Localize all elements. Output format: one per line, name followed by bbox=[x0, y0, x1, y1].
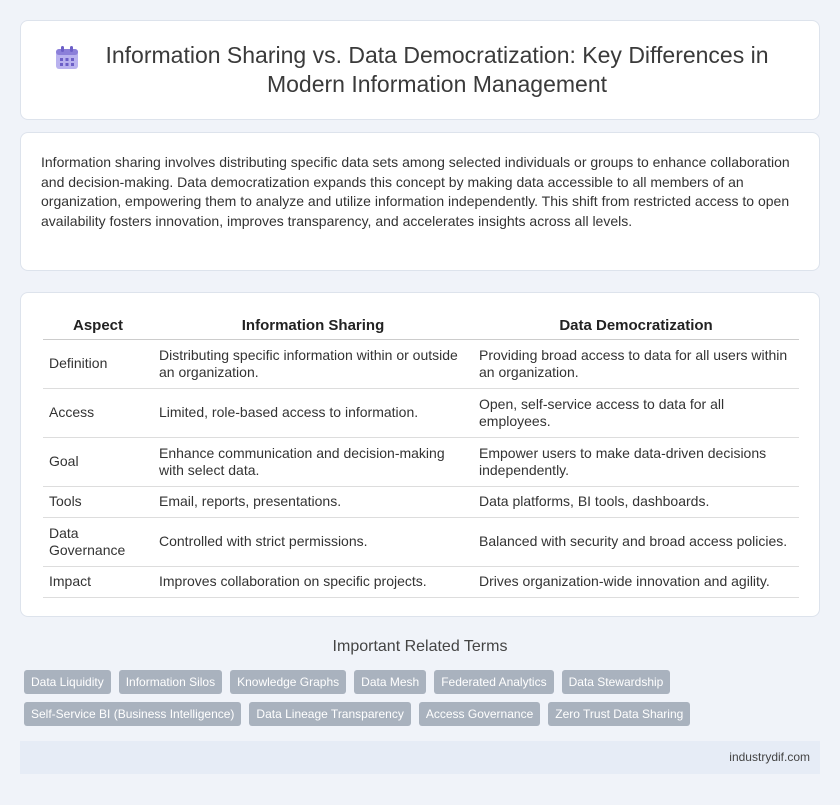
related-terms-title: Important Related Terms bbox=[332, 638, 508, 655]
table-row: Definition Distributing specific informa… bbox=[43, 339, 799, 389]
row-aspect: Data Governance bbox=[43, 517, 153, 567]
row-aspect: Goal bbox=[43, 437, 153, 487]
tag-row: Self-Service BI (Business Intelligence) … bbox=[24, 702, 824, 726]
row-information-sharing: Distributing specific information within… bbox=[153, 339, 473, 389]
row-information-sharing: Email, reports, presentations. bbox=[153, 486, 473, 518]
comparison-table: Aspect Information Sharing Data Democrat… bbox=[43, 313, 799, 598]
calendar-grid-icon bbox=[56, 46, 78, 69]
table-row: Goal Enhance communication and decision-… bbox=[43, 437, 799, 487]
intro-paragraph: Information sharing involves distributin… bbox=[41, 154, 790, 229]
tag-self-service-bi[interactable]: Self-Service BI (Business Intelligence) bbox=[24, 702, 242, 726]
tag-zero-trust-data-sharing[interactable]: Zero Trust Data Sharing bbox=[548, 702, 691, 726]
row-information-sharing: Improves collaboration on specific proje… bbox=[153, 566, 473, 598]
tag-row: Data Liquidity Information Silos Knowled… bbox=[24, 670, 824, 694]
table-row: Tools Email, reports, presentations. Dat… bbox=[43, 486, 799, 518]
footer-site-link[interactable]: industrydif.com bbox=[729, 750, 810, 764]
tag-data-liquidity[interactable]: Data Liquidity bbox=[24, 670, 111, 694]
row-aspect: Impact bbox=[43, 566, 153, 598]
row-information-sharing: Limited, role-based access to informatio… bbox=[153, 388, 473, 438]
table-header-row: Aspect Information Sharing Data Democrat… bbox=[43, 313, 799, 340]
row-information-sharing: Enhance communication and decision-makin… bbox=[153, 437, 473, 487]
row-information-sharing: Controlled with strict permissions. bbox=[153, 517, 473, 567]
tag-knowledge-graphs[interactable]: Knowledge Graphs bbox=[230, 670, 347, 694]
header-aspect: Aspect bbox=[43, 313, 153, 340]
row-data-democratization: Balanced with security and broad access … bbox=[473, 517, 799, 567]
related-terms-tags: Data Liquidity Information Silos Knowled… bbox=[24, 670, 824, 734]
tag-information-silos[interactable]: Information Silos bbox=[118, 670, 223, 694]
page-title: Information Sharing vs. Data Democratiza… bbox=[105, 42, 769, 97]
intro-card: Information sharing involves distributin… bbox=[20, 132, 820, 271]
header-information-sharing: Information Sharing bbox=[153, 313, 473, 340]
row-aspect: Tools bbox=[43, 486, 153, 518]
table-row: Access Limited, role-based access to inf… bbox=[43, 388, 799, 438]
row-data-democratization: Open, self-service access to data for al… bbox=[473, 388, 799, 438]
row-data-democratization: Data platforms, BI tools, dashboards. bbox=[473, 486, 799, 518]
header-data-democratization: Data Democratization bbox=[473, 313, 799, 340]
title-card: Information Sharing vs. Data Democratiza… bbox=[20, 20, 820, 120]
row-aspect: Access bbox=[43, 388, 153, 438]
tag-data-stewardship[interactable]: Data Stewardship bbox=[561, 670, 671, 694]
table-row: Impact Improves collaboration on specifi… bbox=[43, 566, 799, 598]
tag-federated-analytics[interactable]: Federated Analytics bbox=[434, 670, 554, 694]
row-data-democratization: Providing broad access to data for all u… bbox=[473, 339, 799, 389]
table-row: Data Governance Controlled with strict p… bbox=[43, 517, 799, 567]
tag-data-mesh[interactable]: Data Mesh bbox=[354, 670, 427, 694]
tag-access-governance[interactable]: Access Governance bbox=[418, 702, 541, 726]
footer: industrydif.com bbox=[20, 741, 820, 774]
tag-data-lineage-transparency[interactable]: Data Lineage Transparency bbox=[249, 702, 411, 726]
row-data-democratization: Empower users to make data-driven decisi… bbox=[473, 437, 799, 487]
row-data-democratization: Drives organization-wide innovation and … bbox=[473, 566, 799, 598]
row-aspect: Definition bbox=[43, 339, 153, 389]
comparison-card: Aspect Information Sharing Data Democrat… bbox=[20, 292, 820, 617]
